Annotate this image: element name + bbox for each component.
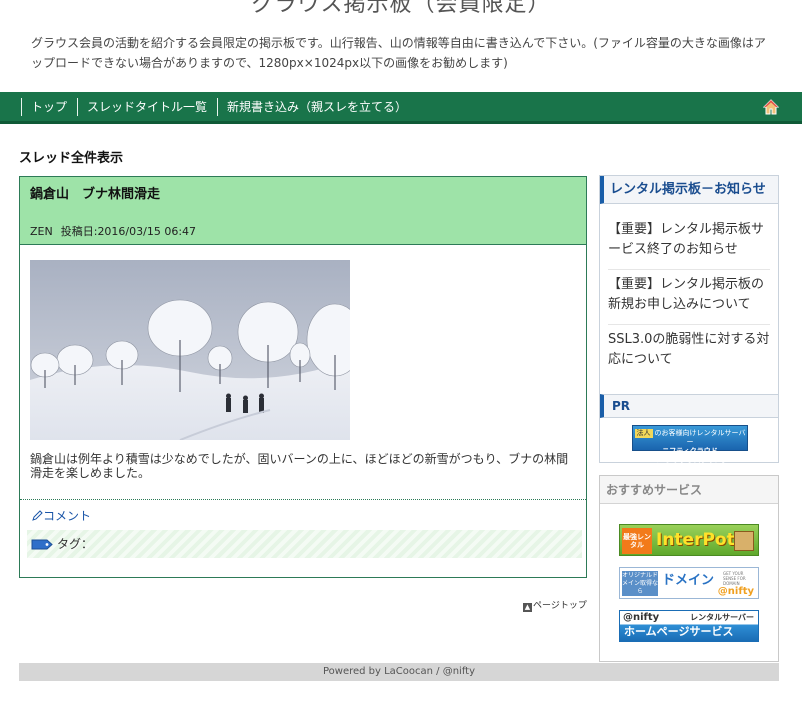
post-body: 鍋倉山は例年より積雪は少なめでしたが、固いバーンの上に、ほどほどの新雪がつもり、… [30,452,569,480]
sidebar-notice-box: レンタル掲示板－お知らせ 【重要】レンタル掲示板サービス終了のお知らせ 【重要】… [599,175,779,464]
domain-left-text: オリジナルドメイン取得なら [622,571,659,596]
domain-sub: GET YOUR SENSE FOR DOMAIN [723,571,746,586]
notice-title: レンタル掲示板－お知らせ [600,176,778,204]
nav-bar: トップ スレッドタイトル一覧 新規書き込み（親スレを立てる） [0,92,802,124]
interpot-badge: 最強レンタル [622,528,652,554]
pencil-icon [32,510,43,521]
tag-icon [31,539,53,550]
comment-link[interactable]: コメント [32,507,91,524]
nav-item-thread-list[interactable]: スレッドタイトル一覧 [77,98,217,116]
comment-label: コメント [43,509,92,523]
domain-brand: @nifty [717,586,754,597]
footer: Powered by LaCoocan / @nifty [19,663,779,681]
homepage-tag: レンタルサーバー [690,613,754,622]
homepage-name: ホームページサービス [624,625,734,638]
site-title: グラウス掲示板（会員限定） [251,0,551,17]
notice-item-new-application[interactable]: 【重要】レンタル掲示板の新規お申し込みについて [608,275,770,325]
thread-meta: ZEN 投稿日:2016/03/15 06:47 [30,223,196,239]
pr-banner-line3: ベーシックホスティング [651,456,729,464]
tag-row: タグ： [27,530,582,558]
page-top-label: ページトップ [533,601,587,611]
nav-item-new-post[interactable]: 新規書き込み（親スレを立てる） [217,98,417,116]
thread-posted-label: 投稿日: [60,225,98,238]
interpot-name: InterPot [656,530,735,550]
notice-item-service-end[interactable]: 【重要】レンタル掲示板サービス終了のお知らせ [608,220,770,270]
domain-name: ドメイン [662,573,715,588]
pr-label: PR [600,394,778,418]
pr-banner-line1: 法人 のお客様向けレンタルサーバー [633,429,747,447]
interpot-banner[interactable]: 最強レンタル InterPot [619,524,759,556]
pr-banner-nifty-cloud[interactable]: 法人 のお客様向けレンタルサーバー ニフティクラウド ベーシックホスティング [632,425,748,464]
notice-item-ssl[interactable]: SSL3.0の脆弱性に対する対応について [608,330,770,376]
section-heading: スレッド全件表示 [19,151,124,166]
nav-list: トップ スレッドタイトル一覧 新規書き込み（親スレを立てる） [21,98,417,116]
homepage-brand: @nifty [623,612,660,623]
site-description: グラウス会員の活動を紹介する会員限定の掲示板です。山行報告、山の情報等自由に書き… [31,36,766,70]
pr-banner-line1-text: のお客様向けレンタルサーバー [654,429,746,446]
pr-banner-line2: ニフティクラウド [662,447,718,455]
pr-banner-tag: 法人 [634,429,653,438]
thread-title: 鍋倉山 ブナ林間滑走 [30,187,161,202]
tag-label: タグ： [57,537,94,551]
domain-banner[interactable]: オリジナルドメイン取得なら ドメイン GET YOUR SENSE FOR DO… [619,567,759,599]
snow-forest-photo[interactable] [30,260,350,440]
nav-item-top[interactable]: トップ [21,98,77,116]
post-divider [20,499,586,500]
thread-posted-date: 2016/03/15 06:47 [97,225,197,238]
homepage-service-banner[interactable]: @nifty レンタルサーバー ホームページサービス [619,610,759,642]
home-icon[interactable] [763,99,779,115]
page-top-link[interactable]: ▲ ページトップ [523,598,587,612]
up-arrow-icon: ▲ [523,603,532,612]
thread-author: ZEN [30,225,53,238]
interpot-box-icon [734,531,754,551]
services-title: おすすめサービス [600,476,778,504]
thread-box: 鍋倉山 ブナ林間滑走 ZEN 投稿日:2016/03/15 06:47 鍋倉山は… [19,176,587,578]
sidebar-services-box: おすすめサービス 最強レンタル InterPot オリジナルドメイン取得なら ド… [599,475,779,662]
thread-header: 鍋倉山 ブナ林間滑走 ZEN 投稿日:2016/03/15 06:47 [20,177,586,245]
